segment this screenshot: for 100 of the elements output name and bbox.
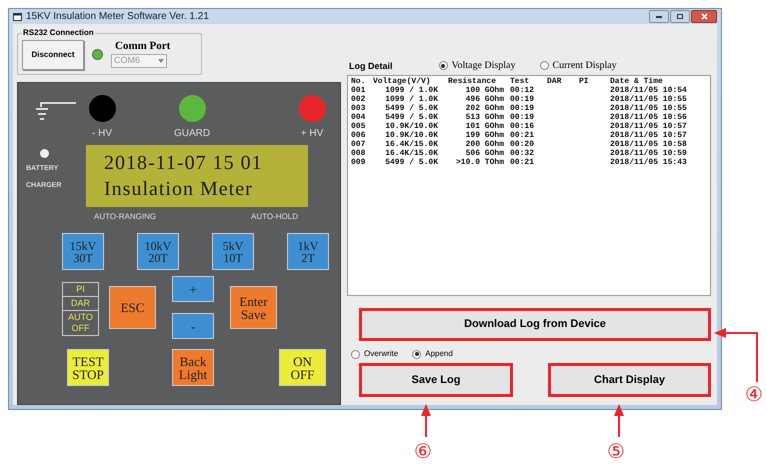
log-cell: 496 GOhm — [466, 95, 504, 104]
callout-arrow — [421, 404, 431, 437]
device-key[interactable]: Enter Save — [230, 286, 277, 329]
log-cell: 10.9K/10.0K — [385, 131, 438, 140]
log-cell-text: 001 — [351, 86, 366, 95]
radio-button[interactable] — [540, 61, 548, 70]
log-cell: 2018/11/05 10:56 — [610, 113, 687, 122]
log-cell-text: 008 — [351, 149, 366, 158]
log-cell-text: 007 — [351, 140, 366, 149]
comm-port-label: Comm Port — [114, 40, 170, 52]
log-cell: 5499 / 5.0K — [385, 104, 438, 113]
log-cell-text: 00:21 — [510, 131, 536, 140]
column-header: No. — [351, 77, 366, 86]
column-header: DAR — [547, 77, 562, 86]
save-log-button[interactable]: Save Log — [362, 366, 510, 394]
column-header: Voltage(V/V) — [372, 77, 432, 86]
device-key[interactable]: + — [172, 276, 214, 302]
callout-number: ⑤ — [607, 440, 625, 462]
log-cell-text: 00:32 — [510, 149, 536, 158]
log-cell-text: 00:16 — [510, 122, 536, 131]
radio-button[interactable] — [412, 350, 422, 358]
radio-label: Overwrite — [364, 348, 398, 360]
log-cell-text: 006 — [351, 131, 366, 140]
radio-button[interactable] — [351, 350, 360, 358]
log-cell: 100 GOhm — [466, 86, 504, 95]
device-key[interactable]: Back Light — [172, 349, 214, 386]
disconnect-button[interactable]: Disconnect — [22, 40, 84, 70]
column-header: Date & Time — [610, 77, 663, 86]
log-cell-text: 009 — [351, 158, 366, 167]
lcd-text: Insulation Meter — [104, 178, 254, 200]
range-button[interactable]: 5kV 10T — [212, 233, 254, 270]
mode-label: PI — [75, 283, 86, 296]
download-log-button[interactable]: Download Log from Device — [362, 311, 708, 338]
ground-symbol-icon — [36, 101, 76, 123]
log-cell: 2018/11/05 10:59 — [610, 149, 687, 158]
terminal-label: + HV — [300, 127, 324, 141]
terminal-label: GUARD — [174, 127, 210, 141]
radio-button[interactable] — [438, 61, 448, 70]
log-cell: 101 GOhm — [466, 122, 504, 131]
range-button[interactable]: 15kV 30T — [62, 233, 104, 270]
log-detail-label: Log Detail — [349, 60, 393, 73]
log-cell-text: 00:19 — [510, 113, 536, 122]
range-button[interactable]: 10kV 20T — [137, 233, 179, 270]
callout-arrow — [714, 328, 758, 382]
log-cell-text: 004 — [351, 113, 366, 122]
radio-label: Voltage Display — [452, 60, 516, 71]
log-cell: 2018/11/05 10:58 — [610, 140, 687, 149]
log-cell: 202 GOhm — [466, 104, 504, 113]
column-header: Test — [510, 77, 530, 86]
log-cell-text: 00:19 — [510, 95, 536, 104]
column-header: PI — [579, 77, 590, 86]
device-key[interactable]: ESC — [109, 286, 156, 329]
log-cell: 2018/11/05 10:57 — [610, 131, 687, 140]
log-cell-text: 00:12 — [510, 86, 536, 95]
log-cell: 2018/11/05 15:43 — [610, 158, 687, 167]
log-cell-text: 00:20 — [510, 140, 536, 149]
radio-label: Current Display — [552, 60, 617, 71]
log-cell: 2018/11/05 10:55 — [610, 95, 687, 104]
log-cell: 199 GOhm — [466, 131, 504, 140]
device-key[interactable]: TEST STOP — [67, 349, 109, 386]
device-key[interactable]: ON OFF — [279, 349, 326, 386]
close-icon — [700, 13, 708, 20]
close-button[interactable] — [691, 10, 717, 23]
terminal-label: - HV — [92, 127, 112, 141]
lcd-text: 2018-11-07 15 01 — [104, 152, 264, 174]
maximize-button[interactable] — [670, 10, 690, 23]
log-cell: 200 GOhm — [466, 140, 504, 149]
log-cell-text: 002 — [351, 95, 366, 104]
radio-label: Append — [425, 348, 453, 360]
log-cell: 1099 / 1.0K — [385, 95, 438, 104]
callout-arrow — [614, 404, 624, 437]
callout-number: ④ — [745, 383, 763, 405]
caret-icon — [158, 59, 164, 63]
auto-hold-label: AUTO-HOLD — [251, 211, 298, 223]
log-cell: 2018/11/05 10:54 — [610, 86, 687, 95]
log-cell-text: 005 — [351, 122, 366, 131]
minimize-button[interactable] — [649, 10, 669, 23]
log-cell-text: 00:19 — [510, 104, 536, 113]
log-cell: 16.4K/15.0K — [385, 140, 438, 149]
device-key[interactable]: - — [172, 313, 214, 339]
log-cell: 2018/11/05 10:57 — [610, 122, 687, 131]
log-cell-text: 00:21 — [510, 158, 536, 167]
app-icon — [13, 12, 22, 20]
log-cell: 10.9K/10.0K — [385, 122, 438, 131]
log-cell: 5499 / 5.0K — [385, 158, 438, 167]
log-cell-text: 003 — [351, 104, 366, 113]
log-cell: 1099 / 1.0K — [385, 86, 438, 95]
mode-label: DAR — [63, 296, 98, 310]
column-header: Resistance — [447, 77, 498, 86]
log-cell: 16.4K/15.0K — [385, 149, 438, 158]
auto-ranging-label: AUTO-RANGING — [94, 211, 156, 223]
battery-led — [40, 149, 49, 158]
callout-number: ⑥ — [414, 440, 432, 462]
window-title: 15KV Insulation Meter Software Ver. 1.21 — [26, 10, 209, 24]
log-cell: 2018/11/05 10:55 — [610, 104, 687, 113]
mode-label: AUTO OFF — [63, 310, 98, 335]
range-button[interactable]: 1kV 2T — [287, 233, 329, 270]
log-cell: 5499 / 5.0K — [385, 113, 438, 122]
log-cell: 506 GOhm — [466, 149, 504, 158]
chart-display-button[interactable]: Chart Display — [551, 366, 708, 394]
